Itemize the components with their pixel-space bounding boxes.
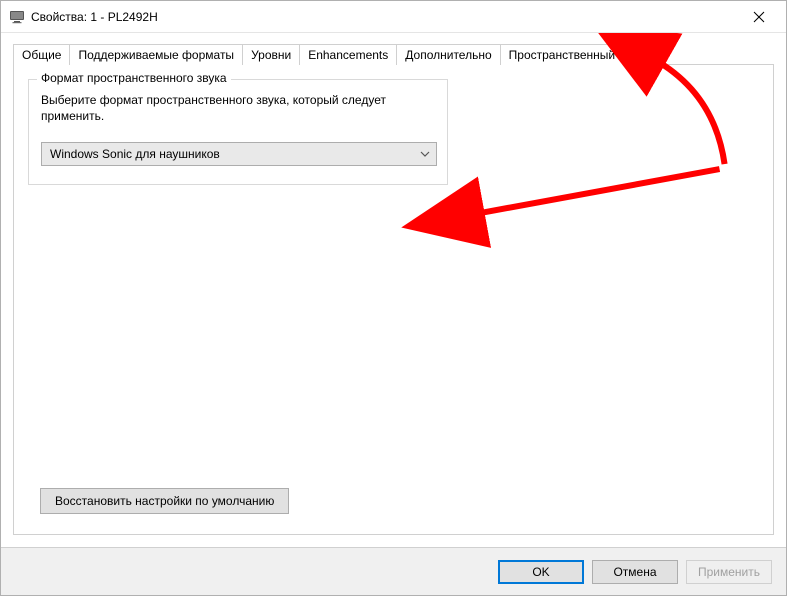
tab-supported-formats[interactable]: Поддерживаемые форматы [69, 44, 243, 65]
monitor-icon [9, 9, 25, 25]
tab-levels[interactable]: Уровни [242, 44, 300, 65]
properties-dialog: Свойства: 1 - PL2492H Общие Поддерживаем… [0, 0, 787, 596]
spatial-format-dropdown[interactable]: Windows Sonic для наушников [41, 142, 437, 166]
chevron-down-icon [420, 149, 430, 160]
close-button[interactable] [736, 1, 782, 32]
group-title: Формат пространственного звука [37, 71, 231, 85]
tab-panel-spatial: Формат пространственного звука Выберите … [13, 64, 774, 535]
window-title: Свойства: 1 - PL2492H [31, 10, 736, 24]
cancel-button[interactable]: Отмена [592, 560, 678, 584]
spatial-format-group: Формат пространственного звука Выберите … [28, 79, 448, 185]
tab-spatial-sound[interactable]: Пространственный звук [500, 44, 651, 65]
apply-button[interactable]: Применить [686, 560, 772, 584]
tab-strip: Общие Поддерживаемые форматы Уровни Enha… [13, 43, 774, 64]
ok-button[interactable]: OK [498, 560, 584, 584]
tab-advanced[interactable]: Дополнительно [396, 44, 500, 65]
dialog-footer: OK Отмена Применить [1, 547, 786, 595]
restore-defaults-button[interactable]: Восстановить настройки по умолчанию [40, 488, 289, 514]
spatial-hint: Выберите формат пространственного звука,… [41, 92, 401, 124]
tab-enhancements[interactable]: Enhancements [299, 44, 397, 65]
tab-general[interactable]: Общие [13, 44, 70, 65]
dropdown-value: Windows Sonic для наушников [50, 147, 220, 161]
titlebar: Свойства: 1 - PL2492H [1, 1, 786, 33]
dialog-body: Общие Поддерживаемые форматы Уровни Enha… [1, 33, 786, 547]
